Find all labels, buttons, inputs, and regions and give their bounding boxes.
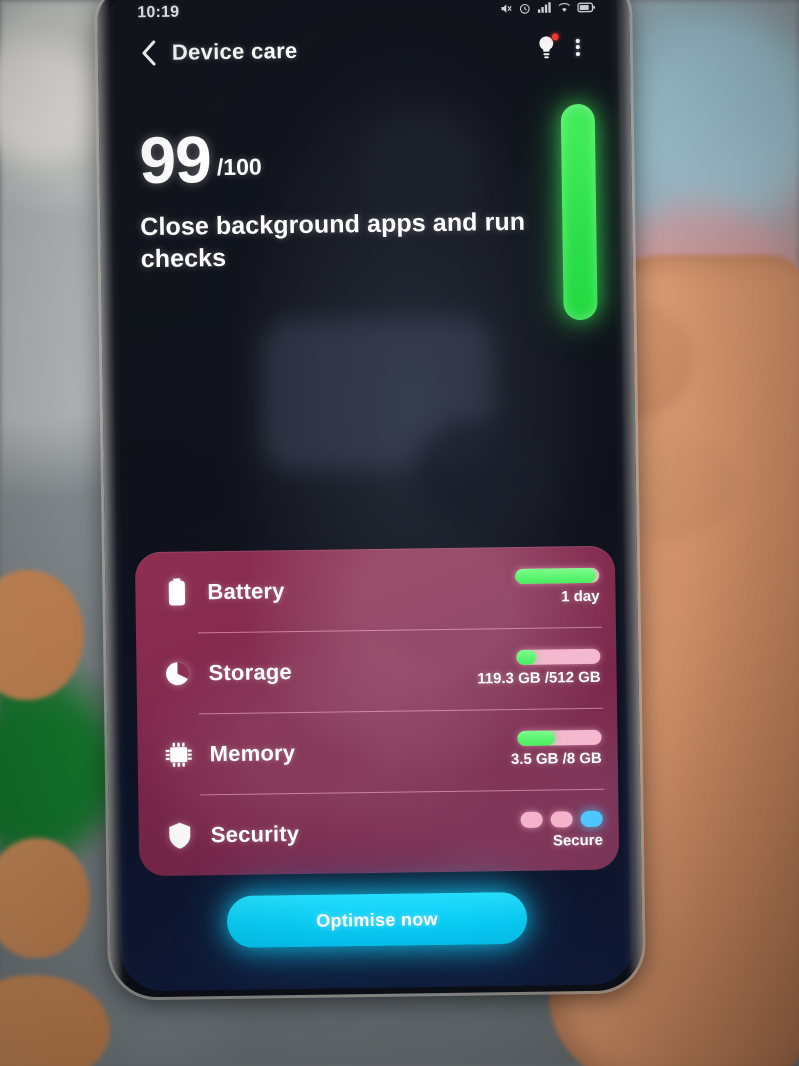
memory-chip-icon [165,742,192,767]
row-label-storage: Storage [208,658,293,685]
score-value: 99 [138,122,212,198]
card-row-security[interactable]: Security Secure [138,789,619,877]
score-message: Close background apps and run checks [140,207,526,273]
row-label-security: Security [210,820,300,847]
screen-reflection-blob-2 [413,416,555,529]
row-value-security: Secure [552,831,604,849]
action-bar: Optimise now [120,890,635,949]
app-bar-spacer [298,48,530,51]
row-label-memory: Memory [209,739,296,766]
device-status-card: Battery 1 day Storage 119.3 GB /512 GB M… [134,545,620,877]
photo-scene: 10:19 Device care 99 /100 Close backgrou… [0,0,799,1066]
row-right-battery: 1 day [503,567,600,606]
battery-icon [577,2,595,12]
security-dot-2 [550,810,573,828]
storage-meter-fill [516,649,536,665]
security-dot-3 [580,810,603,827]
score-line: 99 /100 [138,122,530,198]
row-value-battery: 1 day [561,587,600,606]
alarm-icon [519,3,530,14]
storage-meter [516,648,601,665]
optimise-now-button[interactable]: Optimise now [226,891,528,949]
battery-icon [168,578,185,606]
row-icon-battery [159,577,193,606]
back-button[interactable] [134,38,164,68]
page-title: Device care [171,37,298,65]
row-icon-security [163,821,197,849]
memory-meter [517,729,602,746]
device-score-block: 99 /100 Close background apps and run ch… [138,122,531,275]
signal-icon [537,2,551,13]
battery-meter-fill [515,567,596,584]
card-row-storage[interactable]: Storage 119.3 GB /512 GB [136,627,617,715]
score-gauge-bar [560,103,598,321]
status-icon-group [499,0,595,14]
score-total: /100 [216,153,262,180]
row-right-security: Secure [507,810,604,849]
row-right-storage: 119.3 GB /512 GB [477,648,601,688]
shield-icon [169,822,191,849]
security-status-dots [519,810,603,828]
chevron-left-icon [142,40,156,66]
row-right-memory: 3.5 GB /8 GB [505,729,602,769]
storage-pie-icon [166,661,190,685]
phone-device: 10:19 Device care 99 /100 Close backgrou… [96,0,644,998]
phone-screen: 10:19 Device care 99 /100 Close backgrou… [107,0,635,992]
battery-meter [515,567,600,584]
security-dot-1 [520,811,543,828]
row-label-battery: Battery [207,577,285,604]
row-icon-memory [162,741,196,767]
more-vertical-icon [575,36,580,58]
screen-reflection-rect [261,317,494,471]
row-icon-storage [160,659,194,687]
wifi-icon [558,3,570,12]
notification-badge-dot [551,33,559,41]
memory-meter-fill [517,730,555,746]
mute-icon [501,3,512,13]
row-value-storage: 119.3 GB /512 GB [477,668,601,688]
row-value-memory: 3.5 GB /8 GB [510,749,602,769]
status-clock: 10:19 [137,3,180,22]
card-row-battery[interactable]: Battery 1 day [135,546,616,634]
app-bar: Device care [108,19,623,80]
more-options-button[interactable] [562,31,594,63]
card-row-memory[interactable]: Memory 3.5 GB /8 GB [137,708,618,796]
tips-button[interactable] [530,31,562,63]
